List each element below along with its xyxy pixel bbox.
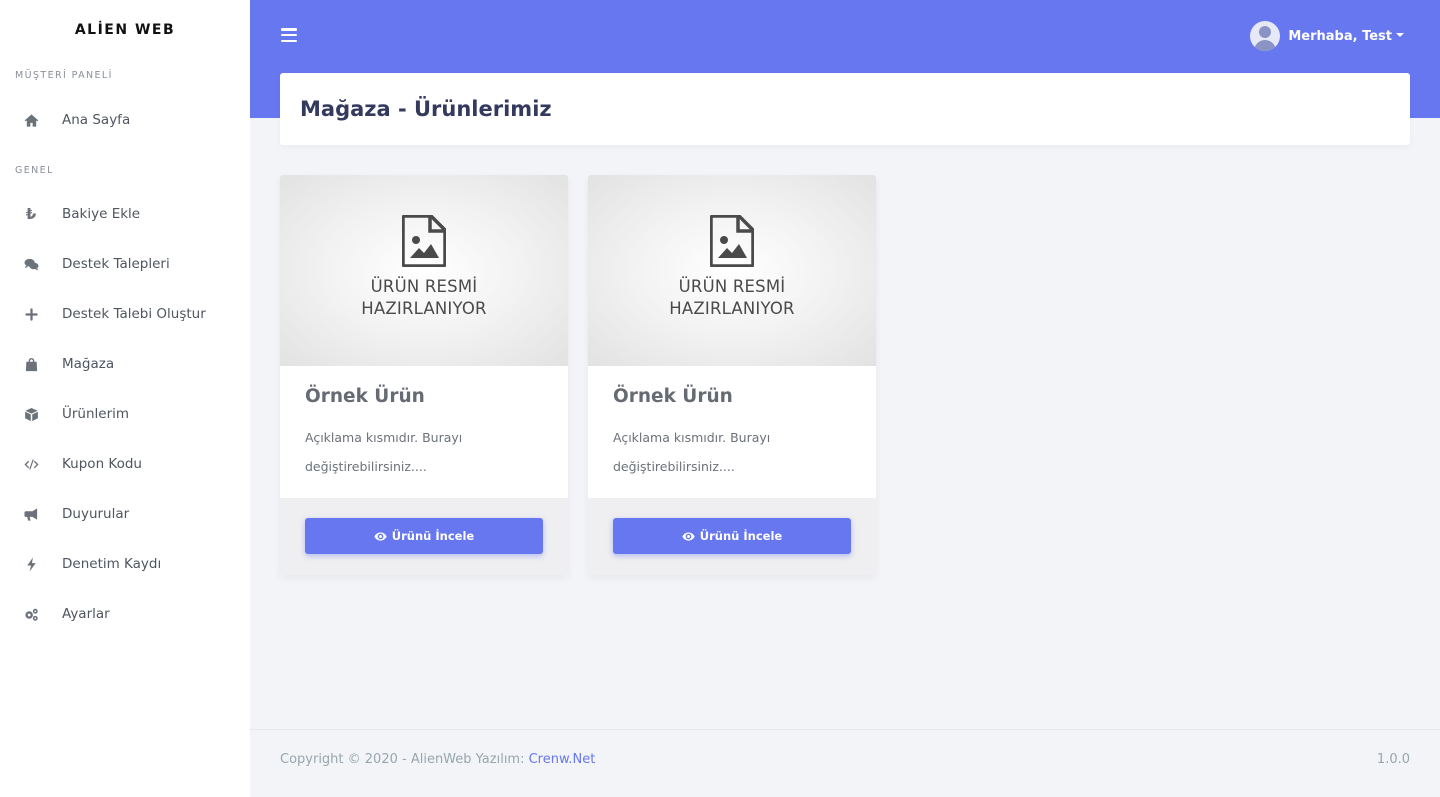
product-card: ÜRÜN RESMİ HAZIRLANIYOR Örnek Ürün Açıkl… <box>588 175 876 575</box>
brand-logo[interactable]: ALİEN WEB <box>0 0 250 60</box>
sidebar-item-label: Duyurular <box>62 506 130 522</box>
bullhorn-icon <box>22 505 40 523</box>
sidebar-item-add-balance[interactable]: ₺ Bakiye Ekle <box>0 194 250 234</box>
sidebar-item-label: Bakiye Ekle <box>62 206 141 222</box>
eye-icon <box>374 531 387 541</box>
code-icon <box>22 455 40 473</box>
sidebar-item-label: Mağaza <box>62 356 115 372</box>
product-description: Açıklama kısmıdır. Burayı değiştirebilir… <box>305 430 463 474</box>
sidebar-item-label: Kupon Kodu <box>62 456 142 472</box>
user-greeting: Merhaba, Test <box>1288 28 1392 44</box>
lira-icon: ₺ <box>25 205 37 223</box>
view-product-button[interactable]: Ürünü İncele <box>305 518 543 554</box>
page-title: Mağaza - Ürünlerimiz <box>300 97 552 121</box>
image-placeholder-text: ÜRÜN RESMİ HAZIRLANIYOR <box>361 277 487 318</box>
sidebar-item-label: Ayarlar <box>62 606 110 622</box>
comments-icon <box>22 255 40 273</box>
sidebar-item-label: Ana Sayfa <box>62 112 131 128</box>
image-file-icon <box>402 215 446 267</box>
sidebar-item-coupon-code[interactable]: Kupon Kodu <box>0 444 250 484</box>
product-title: Örnek Ürün <box>613 386 733 407</box>
product-card-footer: Ürünü İncele <box>588 498 876 575</box>
sidebar-item-home[interactable]: Ana Sayfa <box>0 100 250 140</box>
version-text: 1.0.0 <box>1376 752 1410 767</box>
cogs-icon <box>22 605 40 623</box>
sidebar-item-support-tickets[interactable]: Destek Talepleri <box>0 244 250 284</box>
sidebar-item-label: Destek Talebi Oluştur <box>62 306 206 322</box>
box-icon <box>22 405 40 423</box>
copyright-text: Copyright © 2020 - AlienWeb Yazılım: Cre… <box>280 752 596 767</box>
sidebar-item-label: Ürünlerim <box>62 406 130 422</box>
sidebar-item-my-products[interactable]: Ürünlerim <box>0 394 250 434</box>
home-icon <box>22 111 40 129</box>
caret-down-icon <box>1396 33 1404 37</box>
user-menu[interactable]: Merhaba, Test <box>1250 21 1404 51</box>
product-description: Açıklama kısmıdır. Burayı değiştirebilir… <box>613 430 771 474</box>
view-product-button[interactable]: Ürünü İncele <box>613 518 851 554</box>
sidebar-item-label: Destek Talepleri <box>62 256 170 272</box>
sidebar-item-create-ticket[interactable]: Destek Talebi Oluştur <box>0 294 250 334</box>
eye-icon <box>682 531 695 541</box>
product-card-footer: Ürünü İncele <box>280 498 568 575</box>
page-header: Mağaza - Ürünlerimiz <box>280 73 1410 145</box>
image-file-icon <box>710 215 754 267</box>
footer-link[interactable]: Crenw.Net <box>529 752 596 767</box>
product-card: ÜRÜN RESMİ HAZIRLANIYOR Örnek Ürün Açıkl… <box>280 175 568 575</box>
page-footer: Copyright © 2020 - AlienWeb Yazılım: Cre… <box>250 729 1440 797</box>
plus-icon <box>22 305 40 323</box>
sidebar-item-settings[interactable]: Ayarlar <box>0 594 250 634</box>
bolt-icon <box>22 555 40 573</box>
product-title: Örnek Ürün <box>305 386 425 407</box>
sidebar-section-title-customer-panel: MÜŞTERİ PANELİ <box>15 70 113 81</box>
sidebar-item-audit-log[interactable]: Denetim Kaydı <box>0 544 250 584</box>
menu-toggle-icon[interactable] <box>281 28 297 43</box>
avatar <box>1250 21 1281 51</box>
product-image-placeholder: ÜRÜN RESMİ HAZIRLANIYOR <box>588 175 876 366</box>
sidebar-item-announcements[interactable]: Duyurular <box>0 494 250 534</box>
sidebar-item-label: Denetim Kaydı <box>62 556 162 572</box>
shopping-bag-icon <box>22 355 40 373</box>
product-image-placeholder: ÜRÜN RESMİ HAZIRLANIYOR <box>280 175 568 366</box>
sidebar-item-store[interactable]: Mağaza <box>0 344 250 384</box>
image-placeholder-text: ÜRÜN RESMİ HAZIRLANIYOR <box>669 277 795 318</box>
sidebar: ALİEN WEB MÜŞTERİ PANELİ Ana Sayfa GENEL… <box>0 0 250 797</box>
sidebar-section-title-general: GENEL <box>15 165 54 176</box>
